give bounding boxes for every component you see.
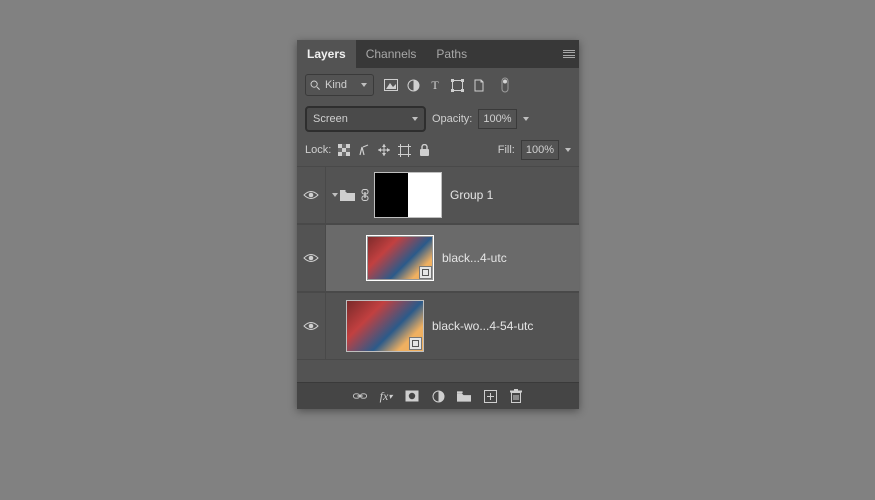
visibility-toggle[interactable]	[297, 225, 326, 291]
smartobject-badge-icon	[419, 266, 432, 279]
layers-panel: Layers Channels Paths Kind T	[297, 40, 579, 409]
chevron-down-icon[interactable]	[332, 193, 338, 197]
layer-name[interactable]: black...4-utc	[442, 251, 507, 265]
tab-layers[interactable]: Layers	[297, 40, 356, 68]
search-icon	[310, 80, 321, 91]
layer-name[interactable]: black-wo...4-54-utc	[432, 319, 533, 333]
tab-channels[interactable]: Channels	[356, 40, 427, 68]
fill-label: Fill:	[498, 144, 515, 156]
add-mask-button[interactable]	[405, 389, 419, 403]
layer-row[interactable]: black...4-utc	[297, 224, 579, 292]
fill-value: 100%	[526, 144, 554, 156]
adjustment-layer-button[interactable]	[431, 389, 445, 403]
smartobject-badge-icon	[409, 337, 422, 350]
panel-tab-bar: Layers Channels Paths	[297, 40, 579, 68]
eye-icon	[303, 190, 319, 200]
chevron-down-icon	[412, 117, 418, 121]
layer-thumbnail[interactable]	[366, 235, 434, 281]
link-icon	[360, 189, 370, 201]
layer-row-group[interactable]: Group 1	[297, 166, 579, 224]
layer-mask-thumbnail[interactable]	[374, 172, 442, 218]
eye-icon	[303, 321, 319, 331]
new-group-button[interactable]	[457, 389, 471, 403]
delete-layer-button[interactable]	[509, 389, 523, 403]
lock-transparency-icon[interactable]	[337, 143, 351, 157]
blend-opacity-row: Screen Opacity: 100%	[297, 102, 579, 138]
layer-name[interactable]: Group 1	[450, 188, 493, 202]
lock-all-icon[interactable]	[417, 143, 431, 157]
filter-kind-select[interactable]: Kind	[305, 74, 374, 96]
lock-position-icon[interactable]	[377, 143, 391, 157]
new-layer-button[interactable]	[483, 389, 497, 403]
blend-mode-value: Screen	[313, 113, 348, 125]
panel-menu-button[interactable]	[559, 40, 579, 68]
lock-fill-row: Lock: Fill: 100%	[297, 138, 579, 166]
layer-style-button[interactable]: fx▾	[379, 389, 393, 403]
filter-pixel-icon[interactable]	[384, 78, 398, 92]
lock-artboard-icon[interactable]	[397, 143, 411, 157]
filter-shape-icon[interactable]	[450, 78, 464, 92]
visibility-toggle[interactable]	[297, 167, 326, 223]
layer-filter-row: Kind T	[297, 68, 579, 102]
opacity-label: Opacity:	[432, 113, 472, 125]
lock-label: Lock:	[305, 144, 331, 156]
filter-text-icon[interactable]: T	[428, 78, 442, 92]
layers-list: Group 1 black...4-utc black-wo...4-54-ut…	[297, 166, 579, 382]
tab-paths[interactable]: Paths	[426, 40, 477, 68]
filter-kind-label: Kind	[325, 79, 347, 91]
filter-adjustment-icon[interactable]	[406, 78, 420, 92]
opacity-value-input[interactable]: 100%	[478, 109, 516, 129]
opacity-value: 100%	[483, 113, 511, 125]
folder-icon	[340, 189, 356, 201]
eye-icon	[303, 253, 319, 263]
blend-mode-select[interactable]: Screen	[305, 106, 426, 132]
chevron-down-icon	[361, 83, 367, 87]
hamburger-icon	[563, 50, 575, 58]
filter-smartobject-icon[interactable]	[472, 78, 486, 92]
fill-value-input[interactable]: 100%	[521, 140, 559, 160]
layers-panel-footer: fx▾	[297, 382, 579, 409]
visibility-toggle[interactable]	[297, 293, 326, 359]
layer-thumbnail[interactable]	[346, 300, 424, 352]
svg-text:T: T	[431, 79, 439, 91]
link-layers-button[interactable]	[353, 389, 367, 403]
filter-toggle-icon[interactable]	[498, 78, 512, 92]
chevron-down-icon[interactable]	[565, 148, 571, 152]
layer-row[interactable]: black-wo...4-54-utc	[297, 292, 579, 360]
chevron-down-icon[interactable]	[523, 117, 529, 121]
lock-image-icon[interactable]	[357, 143, 371, 157]
